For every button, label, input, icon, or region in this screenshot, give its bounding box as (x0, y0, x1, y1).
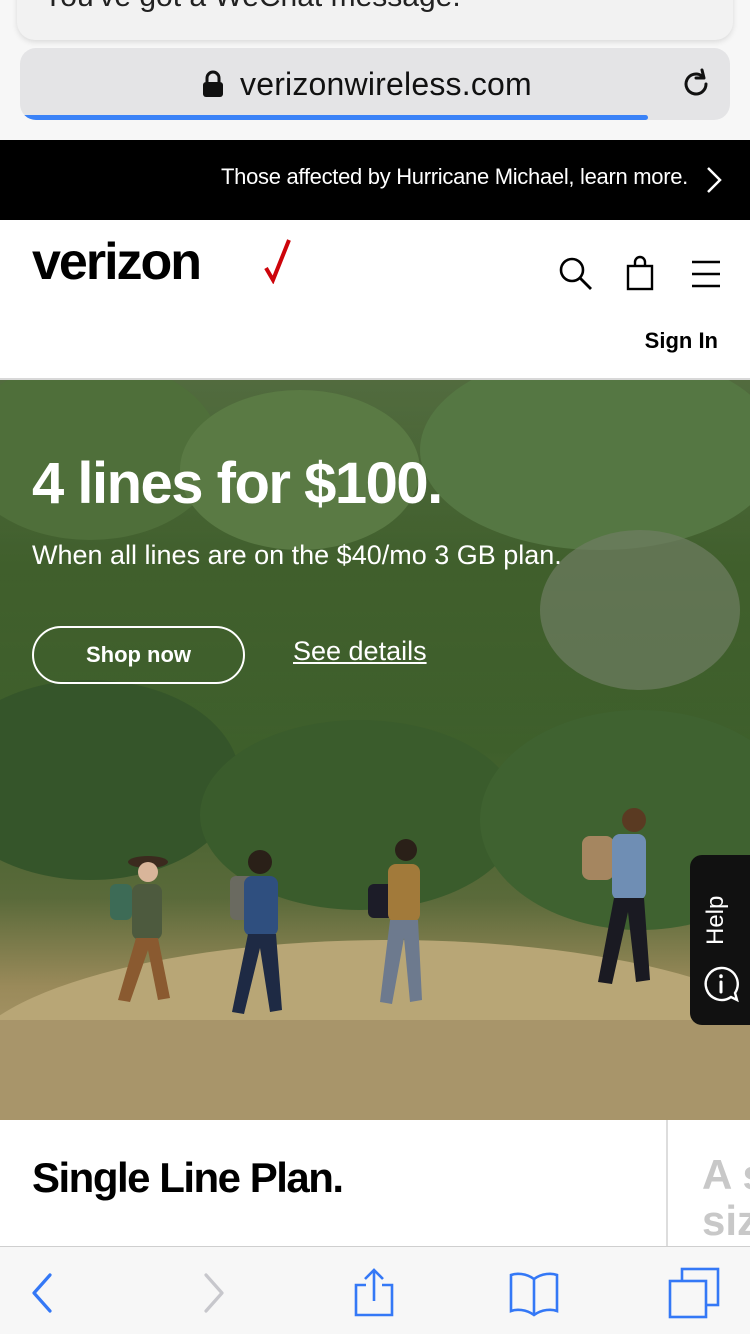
bookmarks-icon[interactable] (508, 1267, 560, 1319)
help-tab[interactable]: Help (690, 855, 750, 1025)
page-load-progress (20, 115, 648, 120)
hiker-figure (368, 839, 422, 1004)
shopping-bag-icon[interactable] (620, 254, 660, 294)
chevron-right-icon (707, 167, 722, 193)
tree-canopy (420, 380, 750, 550)
hero-title: 4 lines for $100. (32, 451, 443, 516)
hiker-figure (582, 808, 650, 984)
help-label: Help (702, 895, 729, 945)
back-icon[interactable] (18, 1267, 70, 1319)
grass-hill (0, 1020, 750, 1120)
lock-icon (203, 70, 223, 97)
tabs-icon[interactable] (668, 1267, 720, 1319)
hiker-figure (110, 856, 170, 1002)
shop-now-button[interactable]: Shop now (32, 626, 245, 684)
browser-screen: You've got a WeChat message. verizonwire… (0, 0, 750, 1334)
hurricane-alert-bar[interactable]: Those affected by Hurricane Michael, lea… (0, 140, 750, 220)
alert-text: Those affected by Hurricane Michael, lea… (221, 164, 688, 189)
address-bar[interactable]: verizonwireless.com (20, 48, 730, 120)
search-icon[interactable] (556, 254, 596, 294)
forward-icon[interactable] (186, 1267, 238, 1319)
share-icon[interactable] (348, 1267, 400, 1319)
hiker-figure (230, 850, 282, 1014)
reload-icon[interactable] (678, 66, 714, 102)
sign-in-link[interactable]: Sign In (645, 328, 718, 354)
menu-icon[interactable] (686, 254, 726, 294)
notification-text: You've got a WeChat message. (43, 0, 461, 14)
hero-banner: 4 lines for $100. When all lines are on … (0, 380, 750, 1120)
plan-card-title: Single Line Plan. (32, 1154, 344, 1201)
see-details-link[interactable]: See details (293, 636, 427, 667)
plan-cards-carousel: Single Line Plan. A s siz (0, 1120, 750, 1246)
tree-canopy (540, 530, 740, 690)
logo-wordmark: verizon (32, 233, 202, 291)
checkmark-icon (264, 239, 291, 284)
verizon-logo[interactable]: verizon (32, 233, 291, 296)
hero-subtitle: When all lines are on the $40/mo 3 GB pl… (32, 540, 562, 570)
notification-banner[interactable]: You've got a WeChat message. (17, 0, 733, 40)
plan-card[interactable]: Single Line Plan. (0, 1120, 668, 1246)
site-header: verizon Sign In (0, 220, 750, 380)
url-text: verizonwireless.com (240, 66, 532, 102)
plan-card-title[interactable]: A s siz (702, 1152, 750, 1244)
chat-help-icon (704, 966, 739, 1003)
browser-toolbar (0, 1246, 750, 1334)
